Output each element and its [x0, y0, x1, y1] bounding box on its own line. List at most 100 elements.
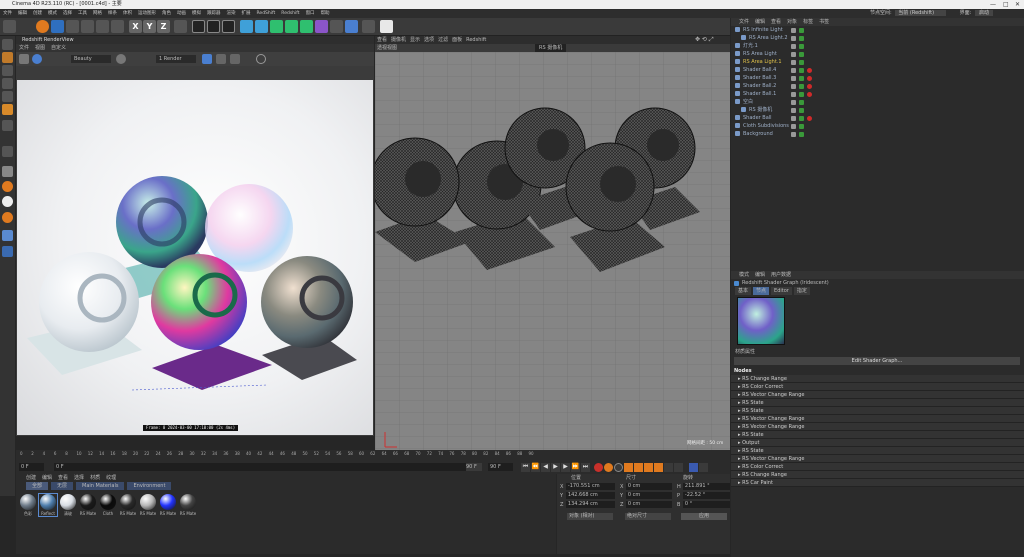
menu-item[interactable]: 模式: [48, 11, 57, 16]
menu-item[interactable]: 编辑: [18, 11, 27, 16]
attribute-menu-item[interactable]: 模式: [739, 271, 749, 279]
key-position-icon[interactable]: [624, 462, 633, 472]
object-row[interactable]: RS Area Light.2: [741, 34, 1021, 42]
viewport-menu-item[interactable]: 显示: [410, 36, 420, 44]
node-item[interactable]: ▸ RS State: [731, 447, 1024, 455]
menu-item[interactable]: 选择: [63, 11, 72, 16]
material-tag-icon[interactable]: [807, 67, 812, 73]
viewport-menu-item[interactable]: 选项: [424, 36, 434, 44]
render-view-menu-item[interactable]: 文件: [19, 44, 29, 52]
object-row[interactable]: RS Area Light: [735, 50, 1015, 58]
enabled-check-icon[interactable]: [799, 83, 804, 89]
menu-item[interactable]: RedShift: [257, 11, 276, 16]
subdivision-icon[interactable]: [270, 20, 283, 33]
grid-overlay-icon[interactable]: [216, 54, 226, 64]
viewport-menu-item[interactable]: 查看: [377, 36, 387, 44]
menu-item[interactable]: 扩展: [242, 11, 251, 16]
material-item[interactable]: RS Mate: [159, 494, 177, 516]
maximize-icon[interactable]: □: [1003, 0, 1009, 9]
object-row[interactable]: RS Area Light.1: [735, 58, 1015, 66]
axis-icon[interactable]: [111, 20, 124, 33]
node-space-select[interactable]: 当前 (Redshift): [895, 10, 947, 16]
menu-item[interactable]: 动画: [177, 11, 186, 16]
enabled-check-icon[interactable]: [799, 35, 804, 41]
material-item[interactable]: RS Mate: [179, 494, 197, 516]
grid-icon[interactable]: [2, 230, 13, 241]
coords-rotation-field[interactable]: -22.52 °: [682, 492, 731, 499]
coords-rotation-field[interactable]: 211.891 °: [682, 483, 731, 490]
attribute-tab[interactable]: 基本: [735, 287, 752, 295]
object-menu-item[interactable]: 标签: [803, 18, 813, 26]
menu-item[interactable]: 模拟: [192, 11, 201, 16]
attribute-menu-item[interactable]: 编辑: [755, 271, 765, 279]
model-mode-icon[interactable]: [2, 39, 13, 50]
attribute-menu-item[interactable]: 用户数据: [771, 271, 791, 279]
enabled-check-icon[interactable]: [799, 59, 804, 65]
edit-shader-graph-button[interactable]: Edit Shader Graph...: [734, 357, 1020, 365]
coords-size-field[interactable]: 0 cm: [625, 483, 672, 490]
keyframe-icon[interactable]: [614, 462, 623, 472]
node-item[interactable]: ▸ RS State: [731, 399, 1024, 407]
enabled-check-icon[interactable]: [799, 67, 804, 73]
material-menu-item[interactable]: 选择: [74, 474, 84, 482]
node-item[interactable]: ▸ RS Color Correct: [731, 383, 1024, 391]
refresh-icon[interactable]: [19, 54, 29, 64]
key-pla-icon[interactable]: [664, 462, 673, 472]
redshift-icon-3[interactable]: [2, 212, 13, 223]
node-item[interactable]: ▸ RS Change Range: [731, 375, 1024, 383]
layout-select[interactable]: 启动: [974, 10, 993, 16]
visibility-icon[interactable]: [791, 67, 796, 73]
material-item[interactable]: RS Mate: [139, 494, 157, 516]
material-item[interactable]: 清玻: [59, 494, 77, 517]
visibility-icon[interactable]: [791, 43, 796, 49]
key-rotation-icon[interactable]: [644, 462, 653, 472]
z-axis-button[interactable]: Z: [157, 20, 170, 33]
menu-item[interactable]: Redshift: [281, 11, 299, 16]
attribute-tab[interactable]: Editor: [771, 287, 792, 295]
object-row[interactable]: Shader Ball: [735, 114, 1015, 122]
material-tag-icon[interactable]: [807, 91, 812, 97]
enabled-check-icon[interactable]: [799, 75, 804, 81]
goto-end-icon[interactable]: ⏭: [581, 462, 590, 472]
snap-icon[interactable]: [2, 146, 13, 157]
object-row[interactable]: Shader Ball.1: [735, 90, 1015, 98]
layout-icon[interactable]: [2, 246, 13, 257]
object-menu-item[interactable]: 编辑: [755, 18, 765, 26]
light-icon[interactable]: [362, 20, 375, 33]
camera-icon[interactable]: [345, 20, 358, 33]
material-tag-icon[interactable]: [807, 115, 812, 121]
material-tab[interactable]: 无层: [51, 482, 74, 490]
points-mode-icon[interactable]: [2, 65, 13, 76]
visibility-icon[interactable]: [791, 107, 796, 113]
key-scale-icon[interactable]: [634, 462, 643, 472]
visibility-icon[interactable]: [791, 35, 796, 41]
viewport-menu-item[interactable]: Redshift: [466, 36, 486, 44]
material-menu-item[interactable]: 编辑: [42, 474, 52, 482]
visibility-icon[interactable]: [791, 83, 796, 89]
render-view-menu-item[interactable]: 视图: [35, 44, 45, 52]
pen-icon[interactable]: [255, 20, 268, 33]
current-frame-field[interactable]: 0 F: [19, 463, 44, 471]
material-menu-item[interactable]: 查看: [58, 474, 68, 482]
visibility-icon[interactable]: [791, 123, 796, 129]
render-settings-icon[interactable]: [222, 20, 235, 33]
menu-item[interactable]: 样条: [108, 11, 117, 16]
object-row[interactable]: Shader Ball.3: [735, 74, 1015, 82]
node-item[interactable]: ▸ RS Vector Change Range: [731, 455, 1024, 463]
menu-item[interactable]: 运动图形: [138, 11, 156, 16]
material-tag-icon[interactable]: [807, 75, 812, 81]
region-icon[interactable]: [256, 54, 266, 64]
material-menu-item[interactable]: 纹理: [106, 474, 116, 482]
visibility-icon[interactable]: [791, 75, 796, 81]
timeline-window-icon[interactable]: [689, 462, 698, 472]
coords-mode-select[interactable]: 对象 (相对): [567, 513, 613, 520]
menu-item[interactable]: 工具: [78, 11, 87, 16]
texture-mode-icon[interactable]: [2, 52, 13, 63]
render-view-menu-item[interactable]: 自定义: [51, 44, 66, 52]
coords-position-field[interactable]: -170.551 cm: [565, 483, 615, 490]
snapshot-icon[interactable]: [116, 54, 126, 64]
node-item[interactable]: ▸ RS Vector Change Range: [731, 415, 1024, 423]
floor-icon[interactable]: [330, 20, 343, 33]
start-render-icon[interactable]: [32, 54, 42, 64]
frame-range-end[interactable]: 90 F: [466, 463, 482, 471]
